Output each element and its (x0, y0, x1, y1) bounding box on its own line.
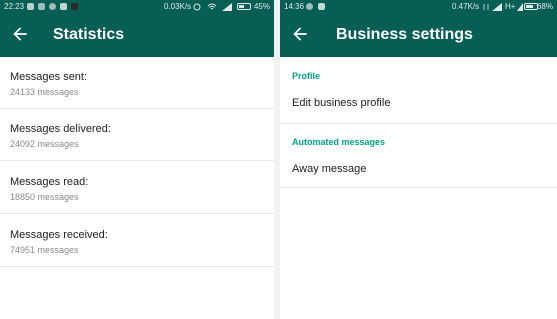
section-header-profile: Profile (292, 71, 321, 81)
away-message-item[interactable]: Away message (292, 163, 366, 175)
divider (280, 187, 557, 188)
data-transfer-icon (483, 4, 489, 10)
statistics-screen: 22:23 0.03K/s 45% Statistics Messages se… (0, 0, 274, 319)
play-icon (60, 3, 67, 10)
stat-label: Messages read: (10, 176, 89, 188)
battery-icon (237, 3, 251, 10)
stat-value: 24133 messages (10, 87, 79, 97)
business-settings-screen: 14:36 0.47K/s H+ 68% Business settings P… (280, 0, 557, 319)
app-icon (71, 3, 78, 10)
network-type: H+ (505, 2, 516, 11)
edit-business-profile-item[interactable]: Edit business profile (292, 97, 390, 109)
notification-icon (27, 3, 34, 10)
list-item: Messages read: 18850 messages (0, 162, 274, 214)
page-title: Business settings (336, 26, 473, 43)
battery-percent: 45% (253, 2, 270, 11)
notification-icon (38, 3, 45, 10)
stat-label: Messages delivered: (10, 123, 111, 135)
stat-label: Messages sent: (10, 71, 88, 83)
stat-value: 18850 messages (10, 192, 79, 202)
stat-value: 74951 messages (10, 245, 79, 255)
network-rate: 0.03K/s (164, 2, 192, 11)
app-bar: Business settings (280, 13, 557, 57)
network-rate: 0.47K/s (452, 2, 480, 11)
back-arrow-icon[interactable] (290, 24, 310, 44)
list-item: Messages received: 74951 messages (0, 215, 274, 267)
signal-icon (492, 3, 502, 11)
wifi-icon (207, 3, 217, 10)
signal-icon (517, 3, 523, 11)
signal-icon (222, 3, 232, 11)
notification-icon (49, 3, 56, 10)
status-bar: 22:23 0.03K/s 45% (0, 0, 274, 13)
page-title: Statistics (53, 26, 125, 43)
battery-percent: 68% (536, 2, 553, 11)
image-icon (318, 3, 325, 10)
divider (280, 123, 557, 124)
list-item: Messages delivered: 24092 messages (0, 109, 274, 161)
back-arrow-icon[interactable] (10, 24, 30, 44)
section-header-automated-messages: Automated messages (292, 137, 386, 147)
list-item: Messages sent: 24133 messages (0, 57, 274, 109)
status-time: 22:23 (4, 2, 25, 11)
status-bar: 14:36 0.47K/s H+ 68% (280, 0, 557, 13)
app-bar: Statistics (0, 13, 274, 57)
sync-icon (193, 3, 201, 11)
stat-value: 24092 messages (10, 139, 79, 149)
status-time: 14:36 (284, 2, 305, 11)
battery-icon (524, 3, 538, 10)
stat-label: Messages received: (10, 229, 108, 241)
notification-icon (306, 3, 313, 10)
